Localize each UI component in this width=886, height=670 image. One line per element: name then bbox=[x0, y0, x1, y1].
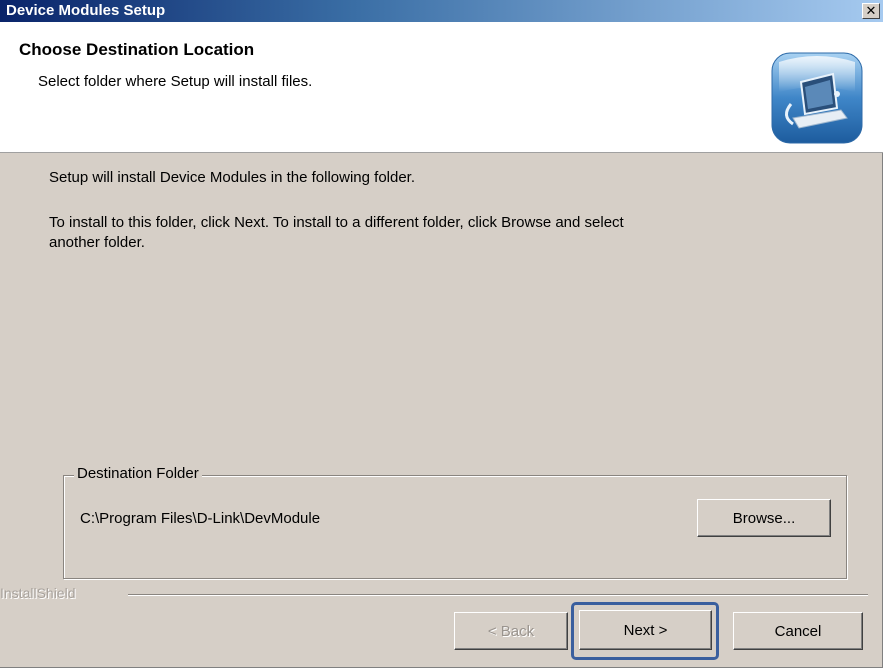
footer-divider bbox=[128, 594, 868, 595]
cancel-button[interactable]: Cancel bbox=[733, 612, 863, 650]
page-subtitle: Select folder where Setup will install f… bbox=[38, 73, 313, 90]
intro-text: Setup will install Device Modules in the… bbox=[49, 169, 416, 186]
next-button[interactable]: Next > bbox=[579, 610, 712, 650]
instruction-text-line1: To install to this folder, click Next. T… bbox=[49, 214, 624, 231]
installshield-brand: InstallShield bbox=[0, 585, 76, 601]
close-button[interactable]: ✕ bbox=[862, 3, 880, 19]
destination-folder-legend: Destination Folder bbox=[74, 465, 202, 482]
close-icon: ✕ bbox=[865, 3, 877, 18]
window-title: Device Modules Setup bbox=[6, 2, 166, 19]
page-title: Choose Destination Location bbox=[19, 40, 255, 59]
title-bar[interactable]: Device Modules Setup ✕ bbox=[0, 0, 883, 22]
setup-computer-icon bbox=[771, 52, 863, 144]
instruction-text-line2: another folder. bbox=[49, 234, 145, 251]
browse-button[interactable]: Browse... bbox=[697, 499, 831, 537]
back-button[interactable]: < Back bbox=[454, 612, 568, 650]
setup-dialog: Device Modules Setup ✕ Choose Destinatio… bbox=[0, 0, 883, 668]
destination-path: C:\Program Files\D-Link\DevModule bbox=[80, 510, 321, 527]
